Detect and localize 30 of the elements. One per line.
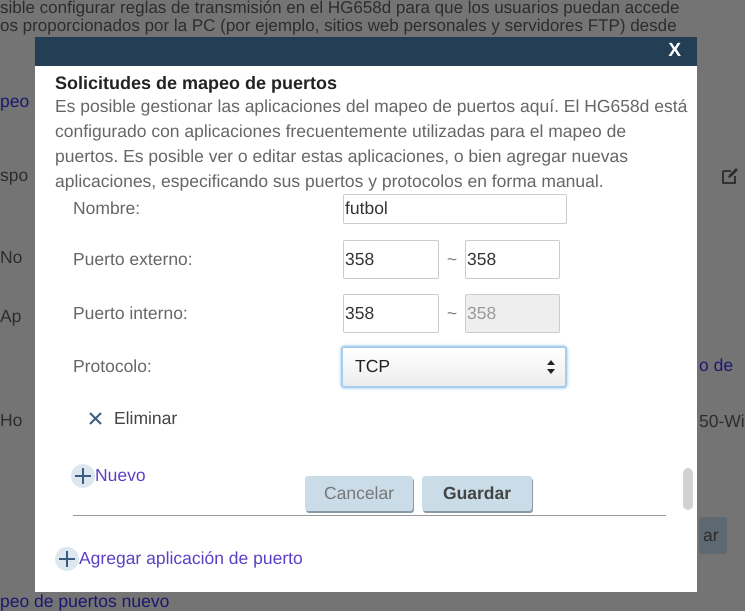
page-text: spo: [0, 165, 28, 185]
page-text: Ap: [0, 306, 22, 326]
name-input[interactable]: futbol: [343, 194, 567, 224]
port-input[interactable]: 358: [343, 294, 439, 333]
page-text: 50-Wi: [699, 412, 745, 430]
dialog-title: Solicitudes de mapeo de puertos: [55, 72, 338, 94]
save-button[interactable]: Guardar: [422, 476, 532, 511]
page-text: Ho: [0, 410, 22, 430]
x-icon: [89, 412, 102, 426]
protocol-select[interactable]: TCP: [341, 346, 567, 388]
page-text: No: [0, 247, 22, 267]
range-separator: ~: [446, 302, 458, 324]
edit-icon[interactable]: [721, 167, 739, 185]
port-input[interactable]: 358: [465, 240, 560, 279]
range-separator: ~: [446, 248, 458, 270]
page-text: os proporcionados por la PC (por ejemplo, sitios web personales y servidores FTP) desde: [0, 17, 678, 35]
dialog-description: Es posible gestionar las aplicaciones del mapeo de puertos aquí. El HG658d está configurado con aplicaciones frecuentemente utilizadas para el mapeo de puertos. Es posible ver o editar estas aplicaciones, o bien agregar nuevas aplicaciones, especificando sus puertos y protocolos en forma manual.: [55, 94, 688, 193]
add-app-link[interactable]: Agregar aplicación de puerto: [55, 546, 697, 571]
field-label: Protocolo:: [73, 356, 153, 378]
new-link[interactable]: Nuevo: [71, 464, 305, 488]
close-button[interactable]: X: [666, 40, 683, 62]
plus-icon: [55, 546, 79, 571]
field-label: Nombre:: [73, 198, 142, 220]
remove-button[interactable]: Eliminar: [89, 408, 697, 430]
field-label: Puerto interno:: [73, 302, 189, 324]
port-input[interactable]: 358: [343, 240, 439, 279]
plus-icon: [71, 464, 95, 488]
updown-arrows-icon: [547, 360, 555, 374]
page-text: sible configurar reglas de transmisión en el HG658d para que los usuarios puedan accede: [0, 0, 680, 17]
field-label: Puerto externo:: [73, 248, 194, 270]
